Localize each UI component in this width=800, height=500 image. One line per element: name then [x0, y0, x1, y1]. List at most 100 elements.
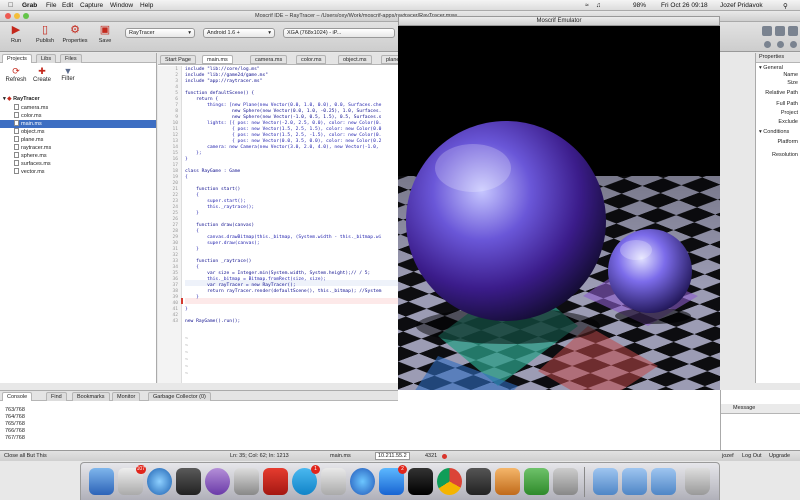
app-store-icon[interactable]: 2	[379, 465, 407, 495]
filter-icon: ▼	[63, 66, 73, 76]
logout-link[interactable]: Log Out	[742, 453, 762, 459]
documents-folder-icon[interactable]	[622, 468, 647, 495]
resolution-select[interactable]: XGA (768x1024) - iP...	[283, 28, 395, 38]
apple-icon[interactable]: 	[8, 2, 13, 9]
file-icon	[14, 144, 19, 150]
console-tabs: Console Find Bookmarks Monitor Garbage C…	[0, 391, 398, 401]
menu-window[interactable]: Window	[110, 2, 133, 9]
menu-file[interactable]: File	[46, 2, 56, 9]
mail-stamp-icon[interactable]	[321, 468, 346, 495]
finder-icon[interactable]	[89, 468, 114, 495]
layout-icon[interactable]	[762, 26, 772, 36]
save-button[interactable]: ▣ Save	[92, 24, 118, 44]
layout-icon[interactable]	[775, 26, 785, 36]
tree-file[interactable]: vector.ms	[14, 168, 45, 176]
help-icon[interactable]	[764, 41, 771, 48]
project-select[interactable]: RayTracer ▾	[125, 28, 195, 38]
tab-main-ms[interactable]: main.ms	[202, 55, 233, 64]
tree-root[interactable]: ▾ ◆ RayTracer	[3, 95, 40, 103]
itunes-icon[interactable]	[205, 468, 230, 495]
tree-file[interactable]: raytracer.ms	[14, 144, 51, 152]
zoom-window-icon[interactable]	[23, 13, 29, 19]
spotlight-icon[interactable]: ⚲	[783, 2, 788, 10]
refresh-icon: ⟳	[12, 66, 20, 76]
tree-file[interactable]: plane.ms	[14, 136, 43, 144]
section-general[interactable]: ▾ General	[759, 65, 783, 71]
minimize-window-icon[interactable]	[14, 13, 20, 19]
line-number: 34	[172, 265, 178, 270]
tab-camera-ms[interactable]: camera.ms	[250, 55, 288, 64]
settings-icon[interactable]	[777, 41, 784, 48]
code-line: {	[185, 175, 188, 180]
mail-icon[interactable]: 107	[118, 465, 146, 495]
tab-find[interactable]: Find	[46, 392, 67, 401]
terminal-icon[interactable]	[408, 468, 433, 495]
ide-icon[interactable]	[466, 468, 491, 495]
menu-capture[interactable]: Capture	[80, 2, 103, 9]
tab-bookmarks[interactable]: Bookmarks	[72, 392, 110, 401]
close-window-icon[interactable]	[5, 13, 11, 19]
battery-level[interactable]: 98%	[633, 2, 646, 9]
filter-button[interactable]: ▼ Filter	[56, 66, 80, 82]
info-icon[interactable]	[790, 41, 797, 48]
preview-icon[interactable]	[234, 468, 259, 495]
tree-file[interactable]: camera.ms	[14, 104, 48, 112]
code-line: }	[185, 307, 188, 312]
menu-help[interactable]: Help	[140, 2, 153, 9]
menu-clock[interactable]: Fri Oct 26 09:18	[661, 2, 708, 9]
tree-file-selected[interactable]: main.ms	[0, 120, 156, 128]
console-line: 765/768	[5, 421, 25, 427]
code-line: { pos: new Vector(1.5, 2.5, -1.5), color…	[185, 133, 382, 138]
code-line: }	[185, 157, 188, 162]
status-close-all[interactable]: Close all But This	[4, 453, 47, 459]
file-icon	[14, 160, 19, 166]
menu-app-name[interactable]: Grab	[22, 2, 37, 9]
device-select[interactable]: Android 1.6 + ▾	[203, 28, 275, 38]
safari-icon[interactable]	[147, 468, 172, 495]
trash-icon[interactable]	[685, 468, 710, 495]
tab-monitor[interactable]: Monitor	[112, 392, 141, 401]
menu-edit[interactable]: Edit	[62, 2, 73, 9]
skype-icon[interactable]: 1	[292, 465, 320, 495]
publish-button[interactable]: ▯ Publish	[32, 24, 58, 44]
tab-libs[interactable]: Libs	[36, 54, 57, 63]
console-line: 767/768	[5, 435, 25, 441]
applications-folder-icon[interactable]	[593, 468, 618, 495]
app-icon[interactable]	[495, 468, 520, 495]
dock: 107 1 2	[80, 462, 720, 500]
menu-user[interactable]: Jozef Pridavok	[720, 2, 763, 9]
emulator-screen[interactable]	[398, 26, 720, 451]
wifi-icon[interactable]: ≈	[585, 2, 589, 9]
section-conditions[interactable]: ▾ Conditions	[759, 129, 789, 135]
layout-icon[interactable]	[788, 26, 798, 36]
tree-file[interactable]: surfaces.ms	[14, 160, 51, 168]
upgrade-link[interactable]: Upgrade	[769, 453, 790, 459]
utility-icon[interactable]	[553, 468, 578, 495]
tree-file[interactable]: object.ms	[14, 128, 45, 136]
tab-garbage-collector[interactable]: Garbage Collector (0)	[148, 392, 211, 401]
tab-color-ms[interactable]: color.ms	[296, 55, 327, 64]
tab-console[interactable]: Console	[2, 392, 33, 401]
create-button[interactable]: ✚ Create	[30, 66, 54, 83]
downloads-folder-icon[interactable]	[651, 468, 676, 495]
line-number: 41	[172, 307, 178, 312]
run-button[interactable]: ▶ Run	[3, 24, 29, 44]
activity-icon[interactable]	[176, 468, 201, 495]
chrome-icon[interactable]	[437, 468, 462, 495]
tree-file[interactable]: color.ms	[14, 112, 41, 120]
tab-start-page[interactable]: Start Page	[160, 55, 196, 64]
tab-files[interactable]: Files	[60, 54, 82, 63]
tree-file[interactable]: sphere.ms	[14, 152, 47, 160]
ip-field[interactable]: 10.211.55.2	[375, 452, 410, 460]
refresh-button[interactable]: ⟳ Refresh	[4, 66, 28, 83]
itunes-note-icon[interactable]	[350, 468, 375, 495]
skype-badge: 1	[311, 465, 320, 474]
tab-projects[interactable]: Projects	[2, 54, 32, 63]
tab-object-ms[interactable]: object.ms	[338, 55, 372, 64]
evernote-icon[interactable]	[524, 468, 549, 495]
line-number: 20	[172, 181, 178, 186]
project-icon: ◆	[7, 96, 12, 102]
volume-icon[interactable]: ♫	[596, 2, 601, 9]
properties-button[interactable]: ⚙ Properties	[62, 24, 88, 44]
acrobat-icon[interactable]	[263, 468, 288, 495]
